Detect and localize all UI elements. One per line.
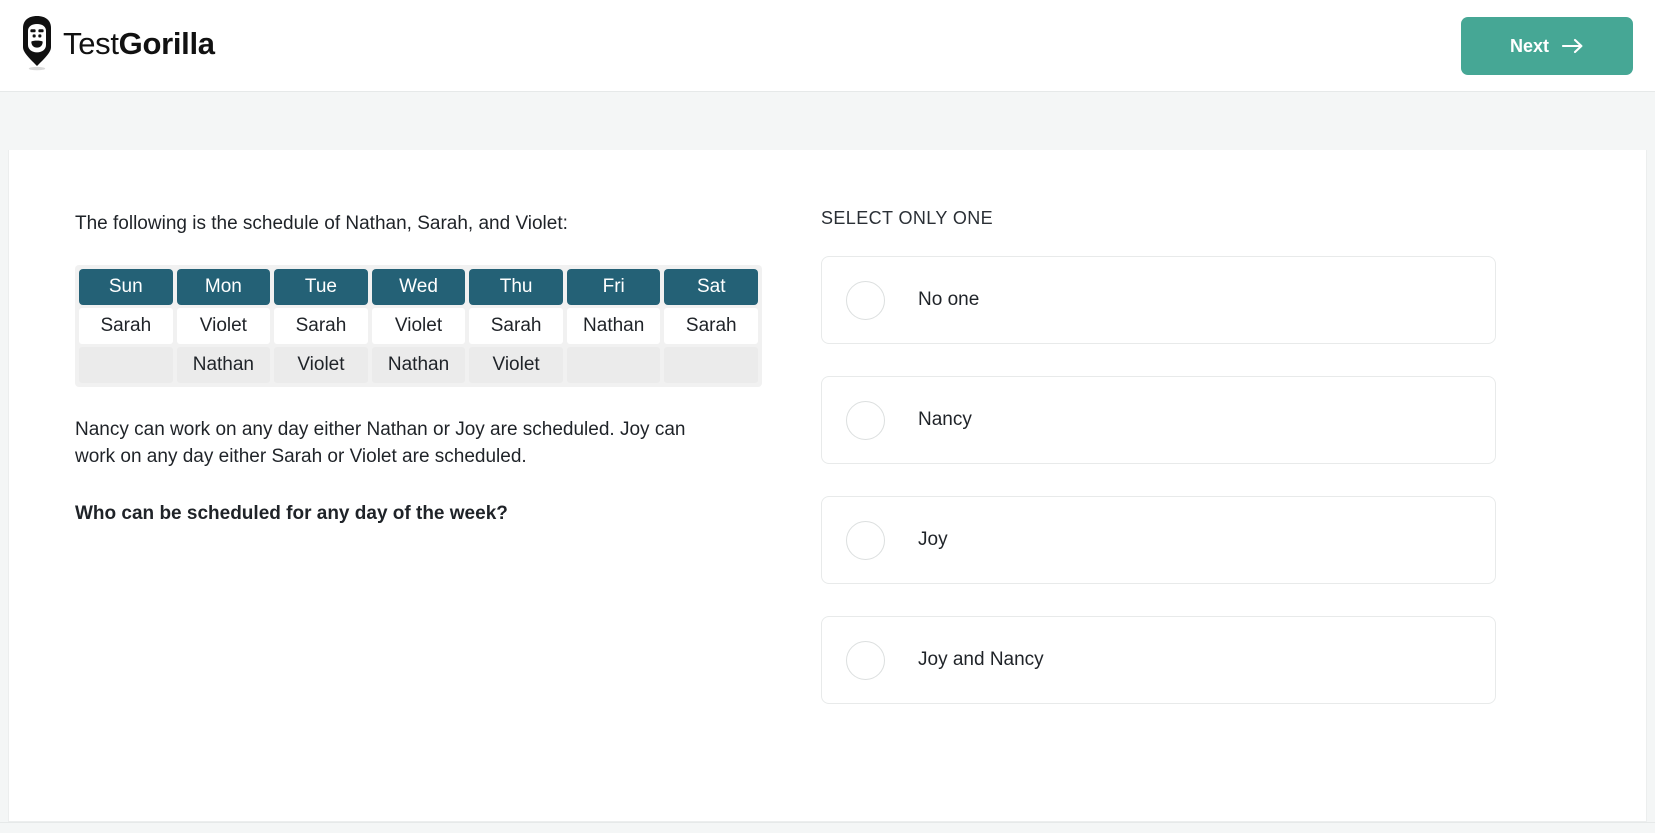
radio-icon[interactable] xyxy=(846,640,885,680)
answers-column: SELECT ONLY ONE No one Nancy Joy Joy and… xyxy=(821,208,1501,736)
schedule-cell: Sarah xyxy=(664,308,759,344)
question-panel: The following is the schedule of Nathan,… xyxy=(8,150,1647,822)
next-button[interactable]: Next xyxy=(1461,17,1633,75)
schedule-row: Nathan Violet Nathan Violet xyxy=(79,347,759,383)
schedule-cell xyxy=(566,347,661,383)
schedule-cell xyxy=(79,347,173,383)
brand-name: TestGorilla xyxy=(63,28,215,59)
answer-option-label: No one xyxy=(918,289,980,310)
schedule-header-cell: Sun xyxy=(79,269,173,305)
stimulus-paragraph: Nancy can work on any day either Nathan … xyxy=(75,419,686,467)
answer-option-nancy[interactable]: Nancy xyxy=(821,376,1496,464)
schedule-cell: Violet xyxy=(371,308,466,344)
schedule-cell: Violet xyxy=(274,347,368,383)
answers-instruction: SELECT ONLY ONE xyxy=(821,208,994,228)
schedule-header-cell: Tue xyxy=(274,269,368,305)
gorilla-logo-icon xyxy=(20,14,54,72)
schedule-header-cell: Wed xyxy=(371,269,466,305)
answer-option-label: Joy and Nancy xyxy=(918,649,1044,670)
answer-option-no-one[interactable]: No one xyxy=(821,256,1496,344)
brand-name-light: Test xyxy=(63,25,119,61)
radio-icon[interactable] xyxy=(846,400,885,440)
schedule-cell: Violet xyxy=(469,347,563,383)
stimulus-column: The following is the schedule of Nathan,… xyxy=(75,210,805,527)
stimulus-intro: The following is the schedule of Nathan,… xyxy=(75,213,568,234)
page-bottom-strip xyxy=(0,822,1655,833)
schedule-header-cell: Fri xyxy=(566,269,661,305)
header-spacer xyxy=(0,92,1655,152)
answer-option-joy-and-nancy[interactable]: Joy and Nancy xyxy=(821,616,1496,704)
schedule-header-cell: Sat xyxy=(664,269,759,305)
top-bar: TestGorilla Next xyxy=(0,0,1655,92)
arrow-right-icon xyxy=(1562,38,1584,54)
question-text: Who can be scheduled for any day of the … xyxy=(75,503,508,524)
schedule-header-row: Sun Mon Tue Wed Thu Fri Sat xyxy=(79,269,759,305)
schedule-row: Sarah Violet Sarah Violet Sarah Nathan S… xyxy=(79,308,759,344)
next-button-label: Next xyxy=(1509,35,1549,56)
schedule-cell: Nathan xyxy=(566,308,661,344)
radio-icon[interactable] xyxy=(846,520,885,560)
brand-name-bold: Gorilla xyxy=(118,25,215,61)
answer-option-joy[interactable]: Joy xyxy=(821,496,1496,584)
schedule-cell: Sarah xyxy=(469,308,563,344)
schedule-table: Sun Mon Tue Wed Thu Fri Sat Sarah Violet… xyxy=(75,265,762,387)
radio-icon[interactable] xyxy=(846,280,885,320)
answer-option-label: Nancy xyxy=(918,409,972,430)
schedule-cell: Nathan xyxy=(371,347,466,383)
schedule-cell: Sarah xyxy=(79,308,173,344)
schedule-cell: Sarah xyxy=(274,308,368,344)
schedule-cell: Nathan xyxy=(176,347,271,383)
schedule-cell xyxy=(664,347,759,383)
answer-option-label: Joy xyxy=(918,529,948,550)
schedule-header-cell: Mon xyxy=(176,269,271,305)
brand-logo[interactable]: TestGorilla xyxy=(20,12,215,74)
schedule-header-cell: Thu xyxy=(469,269,563,305)
schedule-cell: Violet xyxy=(176,308,271,344)
